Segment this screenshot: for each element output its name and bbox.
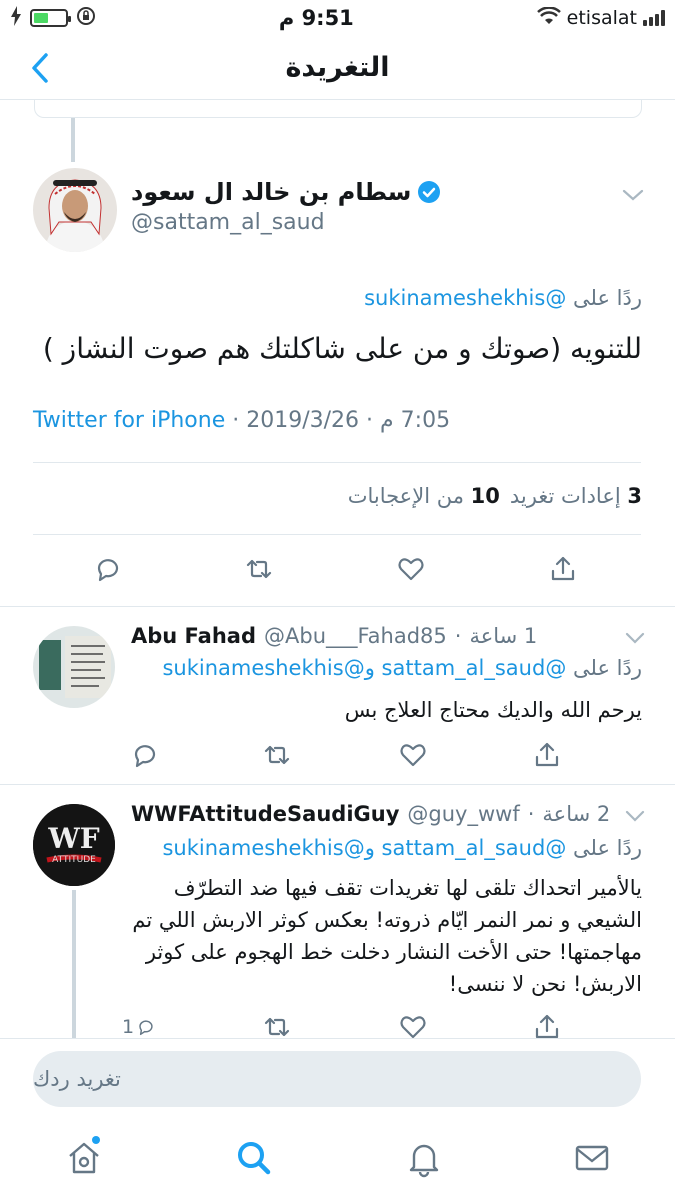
- retweets-count: 3: [627, 484, 642, 508]
- back-chevron-icon: [32, 53, 48, 83]
- home-icon: [69, 1142, 99, 1174]
- retweet-icon: [264, 745, 290, 765]
- replying-to-prefix: ردًا على: [573, 656, 642, 680]
- search-icon: [238, 1142, 271, 1175]
- like-button[interactable]: [396, 552, 430, 586]
- page-title: التغريدة: [285, 52, 390, 83]
- tab-notifications[interactable]: [404, 1138, 444, 1178]
- thread-line: [71, 118, 75, 162]
- section-separator: [0, 784, 675, 785]
- share-icon: [551, 556, 575, 581]
- status-right: etisalat: [536, 5, 665, 30]
- retweet-button[interactable]: [244, 552, 278, 586]
- nav-bar: التغريدة: [0, 36, 675, 100]
- author-name[interactable]: سطام بن خالد ال سعود: [131, 178, 441, 206]
- reply-author-handle[interactable]: @guy_wwf: [407, 802, 519, 826]
- back-button[interactable]: [26, 50, 56, 86]
- author-handle[interactable]: @sattam_al_saud: [131, 210, 325, 235]
- rotation-lock-icon: [76, 6, 96, 31]
- wifi-icon: [536, 5, 561, 30]
- replying-to-conjunction: و: [364, 656, 375, 680]
- mail-icon: [575, 1145, 609, 1171]
- heart-icon: [398, 558, 424, 581]
- notification-dot: [92, 1136, 100, 1144]
- reply-author-name[interactable]: Abu Fahad: [131, 624, 256, 648]
- chevron-down-icon[interactable]: [622, 188, 644, 202]
- retweet-button[interactable]: [262, 738, 296, 772]
- reply-replying-to: ردًا على @sattam_al_saud و@sukinameshekh…: [162, 656, 642, 680]
- reply-text: يرحم الله والديك محتاج العلاج بس: [344, 698, 642, 722]
- reply-compose-input[interactable]: تغريد ردك: [33, 1051, 641, 1107]
- tweet-time: 7:05 م: [380, 408, 451, 433]
- retweets-stat[interactable]: 3 إعادات تغريد: [510, 484, 642, 508]
- replying-to: ردًا على @sukinameshekhis: [364, 286, 642, 310]
- status-time: 9:51 م: [278, 6, 354, 30]
- heart-icon: [400, 744, 426, 767]
- likes-count: 10: [470, 484, 500, 508]
- previous-tweet-card-edge[interactable]: [34, 100, 642, 118]
- tweet-stats: 3 إعادات تغريد 10 من الإعجابات: [348, 484, 642, 508]
- reply-author-name[interactable]: WWFAttitudeSaudiGuy: [131, 802, 399, 826]
- likes-label: من الإعجابات: [347, 484, 464, 508]
- svg-text:WF: WF: [47, 822, 99, 855]
- share-icon: [535, 742, 559, 767]
- share-button[interactable]: [532, 738, 566, 772]
- divider: [33, 534, 641, 535]
- bell-icon: [409, 1144, 439, 1178]
- replying-to-conjunction: و: [364, 836, 375, 860]
- reply-text: يالأمير اتحداك تلقى لها تغريدات تقف فيها…: [132, 876, 642, 996]
- chevron-down-icon[interactable]: [625, 810, 645, 822]
- replying-to-link[interactable]: @sattam_al_saud: [382, 656, 567, 680]
- like-button[interactable]: [398, 738, 432, 772]
- tab-home[interactable]: [64, 1136, 104, 1178]
- reply-icon: [134, 745, 156, 768]
- replying-to-prefix: ردًا على: [573, 286, 642, 310]
- signal-icon: [643, 10, 665, 26]
- replying-to-link[interactable]: @sattam_al_saud: [382, 836, 567, 860]
- replying-to-link[interactable]: @sukinameshekhis: [162, 656, 364, 680]
- replying-to-link[interactable]: @sukinameshekhis: [162, 836, 364, 860]
- compose-bar: تغريد ردك: [0, 1038, 675, 1120]
- tweet-date: 2019/3/26: [246, 408, 360, 433]
- thread-line: [72, 890, 76, 1040]
- reply-header: WWFAttitudeSaudiGuy @guy_wwf · 2 ساعة: [131, 802, 611, 826]
- divider: [33, 462, 641, 463]
- share-button[interactable]: [548, 552, 582, 586]
- carrier-name: etisalat: [566, 7, 637, 29]
- tab-bar: [0, 1120, 675, 1200]
- status-left: [10, 5, 96, 31]
- author-name-text: سطام بن خالد ال سعود: [131, 178, 412, 206]
- retweet-icon: [246, 559, 272, 579]
- reply-avatar[interactable]: WF ATTITUDE: [33, 804, 115, 886]
- author-avatar[interactable]: [33, 168, 117, 252]
- reply-button[interactable]: [93, 552, 127, 586]
- tweet-meta: Twitter for iPhone · 2019/3/26 · 7:05 م: [33, 408, 451, 433]
- reply-replying-to: ردًا على @sattam_al_saud و@sukinameshekh…: [162, 836, 642, 860]
- charging-icon: [10, 5, 22, 31]
- reply-count: 1: [122, 1016, 135, 1038]
- likes-stat[interactable]: 10 من الإعجابات: [348, 484, 500, 508]
- reply-icon: [97, 559, 119, 582]
- status-bar: 9:51 م etisalat: [0, 0, 675, 36]
- tab-search[interactable]: [234, 1138, 274, 1178]
- replying-to-link[interactable]: @sukinameshekhis: [364, 286, 566, 310]
- reply-time: 2 ساعة: [542, 802, 611, 826]
- chevron-down-icon[interactable]: [625, 632, 645, 644]
- reply-avatar[interactable]: [33, 626, 115, 708]
- reply-button[interactable]: [130, 738, 164, 772]
- reply-header: Abu Fahad @Abu___Fahad85 · 1 ساعة: [131, 624, 538, 648]
- tweet-source[interactable]: Twitter for iPhone: [33, 408, 225, 433]
- verified-badge-icon: [418, 181, 441, 203]
- svg-text:ATTITUDE: ATTITUDE: [52, 855, 96, 865]
- reply-time: 1 ساعة: [469, 624, 538, 648]
- tweet-text: للتنويه (صوتك و من على شاكلتك هم صوت الن…: [42, 332, 642, 365]
- section-separator: [0, 606, 675, 607]
- reply-author-handle[interactable]: @Abu___Fahad85: [264, 624, 447, 648]
- replying-to-prefix: ردًا على: [573, 836, 642, 860]
- battery-icon: [30, 9, 71, 27]
- retweets-label: إعادات تغريد: [509, 484, 621, 508]
- tab-messages[interactable]: [572, 1138, 612, 1178]
